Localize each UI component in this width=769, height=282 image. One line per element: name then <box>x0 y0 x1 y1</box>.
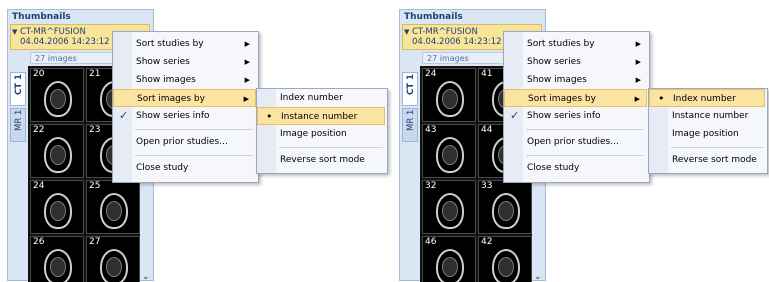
thumbnail[interactable]: 20 <box>30 68 84 122</box>
context-menu-left: Sort studies by ▶ Show series ▶ Show image… <box>112 31 259 183</box>
tab-ct1[interactable]: CT 1 <box>402 72 418 106</box>
menu-item-close-study[interactable]: Close study <box>113 159 256 177</box>
submenu-item-image-position[interactable]: Image position <box>649 125 765 143</box>
menu-item-show-images[interactable]: Show images ▶ <box>113 71 256 89</box>
thumbnail[interactable]: 43 <box>422 124 476 178</box>
study-date: 04.04.2006 14:23:12 <box>20 37 110 47</box>
submenu-arrow-icon: ▶ <box>635 58 641 66</box>
tab-mr1[interactable]: MR 1 <box>10 108 26 142</box>
study-name: CT-MR^FUSION <box>412 27 478 37</box>
submenu-right: • Index number Instance number Image posi… <box>648 88 768 174</box>
panel-title: Thumbnails <box>12 12 71 22</box>
thumbnail[interactable]: 25 <box>86 180 140 234</box>
menu-separator <box>279 147 383 148</box>
submenu-item-image-position[interactable]: Image position <box>257 125 385 143</box>
submenu-item-index-number[interactable]: • Index number <box>649 89 765 107</box>
submenu-left: Index number • Instance number Image posi… <box>256 88 388 174</box>
menu-item-show-images[interactable]: Show images ▶ <box>504 71 647 89</box>
thumbnail[interactable]: 32 <box>422 180 476 234</box>
menu-item-sort-images[interactable]: Sort images by ▶ <box>504 89 647 107</box>
bullet-icon: • <box>266 110 273 123</box>
menu-item-sort-images[interactable]: Sort images by ▶ <box>113 89 256 107</box>
submenu-arrow-icon: ▶ <box>635 40 641 48</box>
menu-item-sort-studies[interactable]: Sort studies by ▶ <box>113 35 256 53</box>
submenu-item-index-number[interactable]: Index number <box>257 89 385 107</box>
menu-separator <box>135 129 253 130</box>
study-name: CT-MR^FUSION <box>20 27 86 37</box>
submenu-item-instance-number[interactable]: Instance number <box>649 107 765 125</box>
menu-item-open-prior[interactable]: Open prior studies... <box>113 133 256 151</box>
menu-separator <box>671 147 763 148</box>
menu-item-show-series[interactable]: Show series ▶ <box>504 53 647 71</box>
submenu-arrow-icon: ▶ <box>634 95 640 103</box>
submenu-arrow-icon: ▶ <box>244 40 250 48</box>
check-icon: ✓ <box>510 109 520 122</box>
thumbnail[interactable]: 46 <box>422 236 476 282</box>
expand-icon[interactable]: ▼ <box>404 28 409 36</box>
thumbnail[interactable]: 27 <box>86 236 140 282</box>
submenu-item-instance-number[interactable]: • Instance number <box>257 107 385 125</box>
tab-mr1[interactable]: MR 1 <box>402 108 418 142</box>
context-menu-right: Sort studies by ▶ Show series ▶ Show image… <box>503 31 650 183</box>
thumbnail[interactable]: 26 <box>30 236 84 282</box>
menu-item-sort-studies[interactable]: Sort studies by ▶ <box>504 35 647 53</box>
check-icon: ✓ <box>119 109 129 122</box>
expand-icon[interactable]: ▼ <box>12 28 17 36</box>
submenu-arrow-icon: ▶ <box>243 95 249 103</box>
submenu-item-reverse-sort[interactable]: Reverse sort mode <box>257 151 385 169</box>
bullet-icon: • <box>658 92 665 105</box>
menu-separator <box>526 129 644 130</box>
menu-separator <box>526 155 644 156</box>
menu-item-open-prior[interactable]: Open prior studies... <box>504 133 647 151</box>
submenu-item-reverse-sort[interactable]: Reverse sort mode <box>649 151 765 169</box>
menu-item-show-series-info[interactable]: ✓ Show series info <box>504 107 647 125</box>
thumbnail[interactable]: 42 <box>478 236 532 282</box>
panel-title: Thumbnails <box>404 12 463 22</box>
thumbnail[interactable]: 24 <box>422 68 476 122</box>
tab-ct1[interactable]: CT 1 <box>10 72 26 106</box>
menu-item-close-study[interactable]: Close study <box>504 159 647 177</box>
submenu-arrow-icon: ▶ <box>635 76 641 84</box>
menu-separator <box>135 155 253 156</box>
thumbnail[interactable]: 22 <box>30 124 84 178</box>
thumbnail[interactable]: 33 <box>478 180 532 234</box>
menu-item-show-series-info[interactable]: ✓ Show series info <box>113 107 256 125</box>
submenu-arrow-icon: ▶ <box>244 58 250 66</box>
thumbnail[interactable]: 24 <box>30 180 84 234</box>
study-date: 04.04.2006 14:23:12 <box>412 37 502 47</box>
menu-item-show-series[interactable]: Show series ▶ <box>113 53 256 71</box>
submenu-arrow-icon: ▶ <box>244 76 250 84</box>
